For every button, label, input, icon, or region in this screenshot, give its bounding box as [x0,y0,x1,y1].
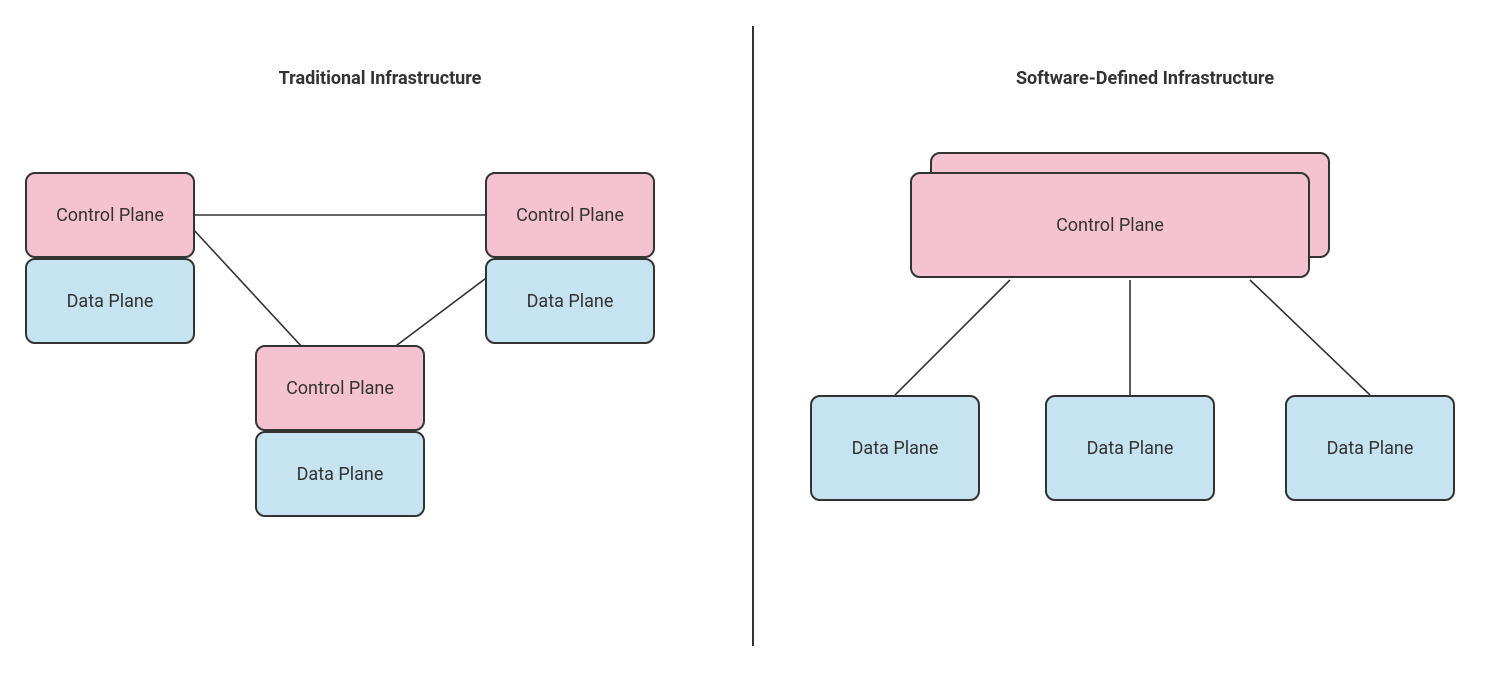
left-title: Traditional Infrastructure [205,68,555,89]
right-data-plane-2: Data Plane [1045,395,1215,501]
vertical-divider [752,26,754,646]
left-control-plane-3: Control Plane [255,345,425,431]
right-data-plane-3: Data Plane [1285,395,1455,501]
right-data-plane-1: Data Plane [810,395,980,501]
left-data-plane-2: Data Plane [485,258,655,344]
left-data-plane-3: Data Plane [255,431,425,517]
left-control-plane-2: Control Plane [485,172,655,258]
left-data-plane-1: Data Plane [25,258,195,344]
right-control-plane: Control Plane [910,172,1310,278]
right-title: Software-Defined Infrastructure [970,68,1320,89]
left-control-plane-1: Control Plane [25,172,195,258]
